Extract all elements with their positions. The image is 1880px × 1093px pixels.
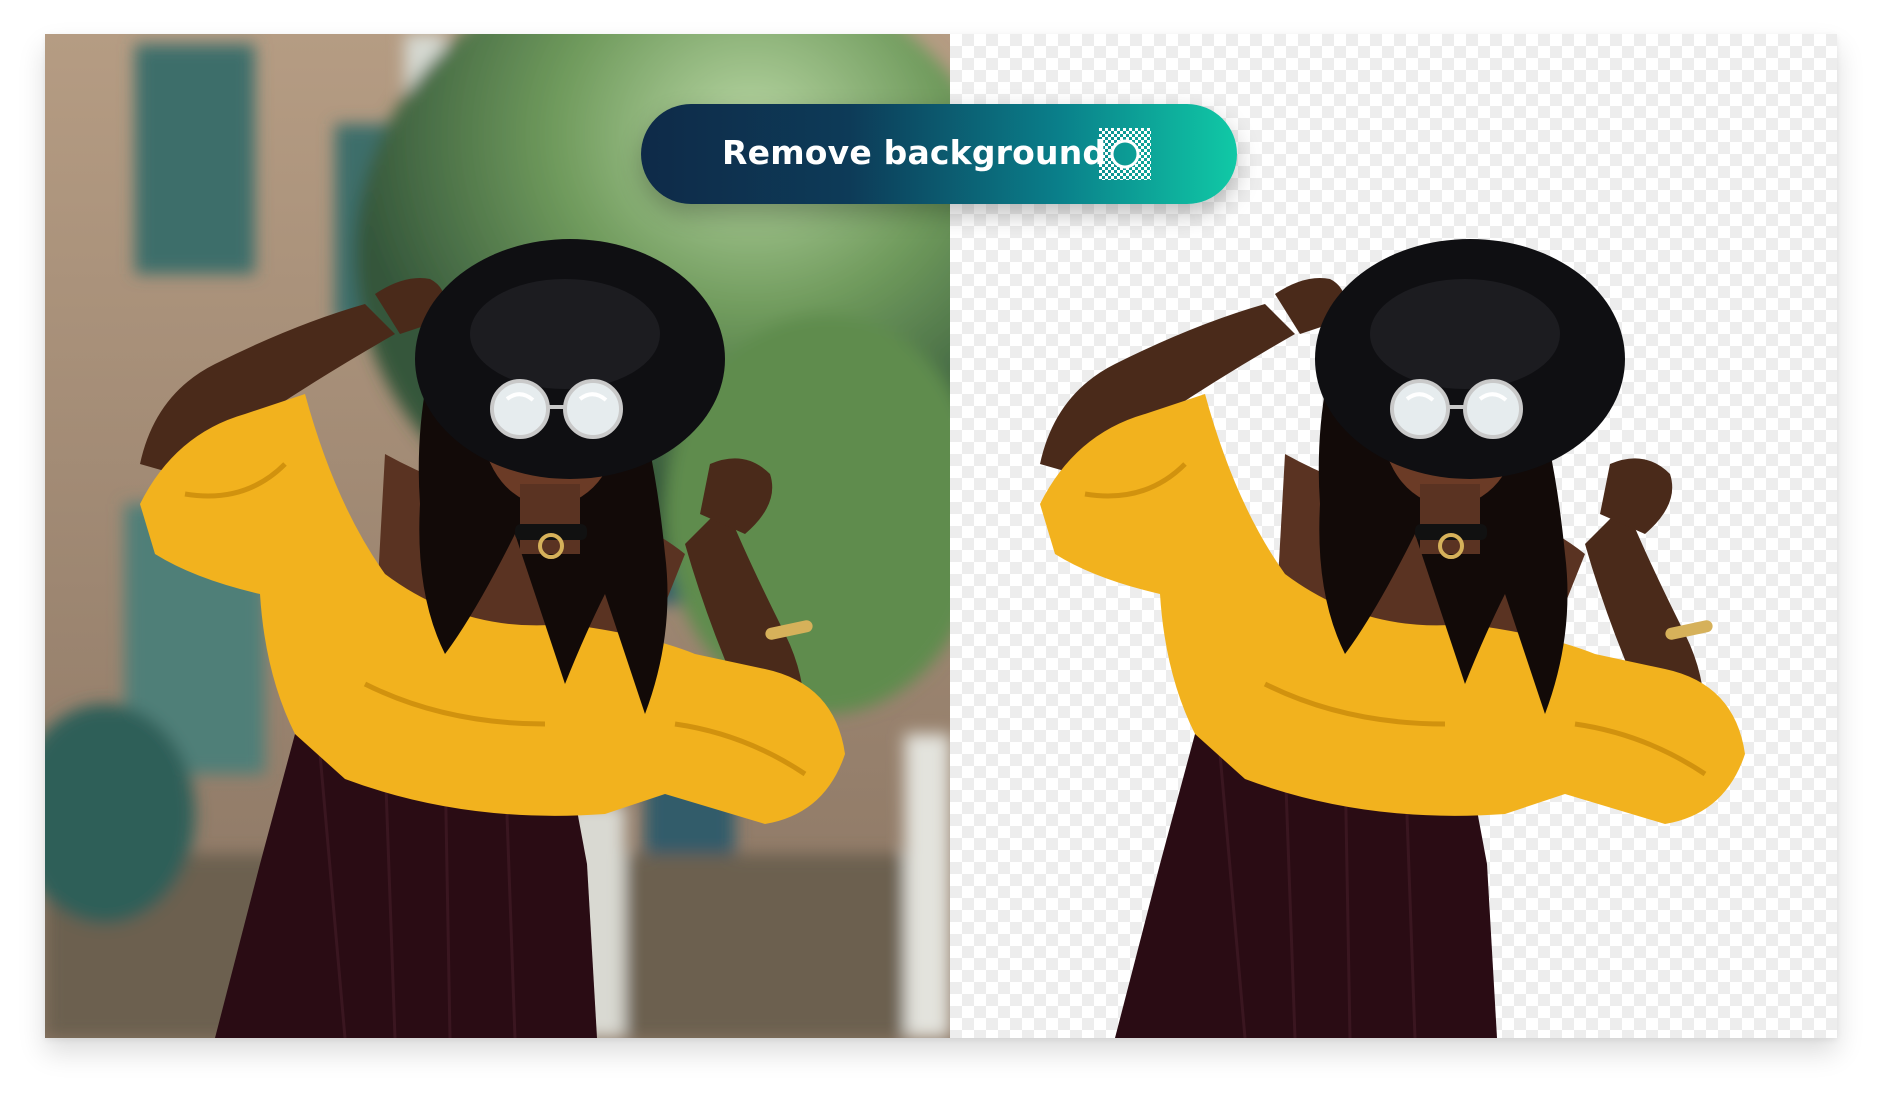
remove-background-button[interactable]: Remove background bbox=[641, 104, 1237, 204]
stage: Remove background bbox=[0, 0, 1880, 1093]
remove-background-label: Remove background bbox=[722, 133, 1107, 172]
before-after-card: Remove background bbox=[45, 34, 1837, 1038]
transparency-icon bbox=[1099, 128, 1151, 180]
